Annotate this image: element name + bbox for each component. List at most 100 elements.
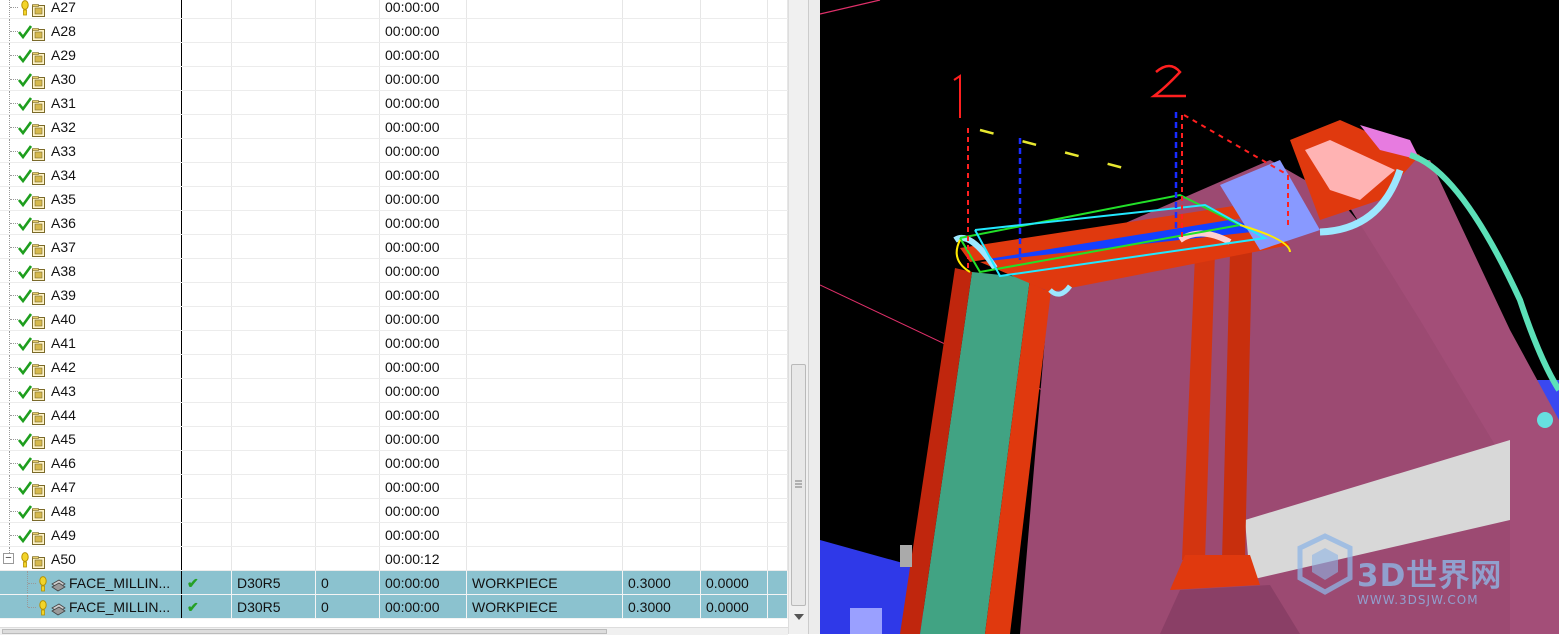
operation-row[interactable]: A43 00:00:00 <box>0 379 788 403</box>
operation-row[interactable]: A40 00:00:00 <box>0 307 788 331</box>
operation-name: FACE_MILLIN... <box>69 575 171 591</box>
child-operation-row[interactable]: FACE_MILLIN... ✔ D30R5 0 00:00:00 WORKPIECE 0.… <box>0 571 788 595</box>
status-check-icon <box>17 287 33 304</box>
operation-time: 00:00:00 <box>380 427 467 450</box>
program-group-icon <box>32 480 46 497</box>
operation-name: A49 <box>51 527 76 543</box>
horizontal-scrollbar-thumb[interactable] <box>2 629 607 634</box>
operation-time: 00:00:00 <box>380 403 467 426</box>
operation-navigator: A27 00:00:00 A28 00:00:00 A29 00:00:00 A30 00:0… <box>0 0 790 634</box>
program-group-icon <box>32 432 46 449</box>
operation-time: 00:00:00 <box>380 19 467 42</box>
stock-value: 0.3000 <box>623 571 701 594</box>
program-group-icon <box>32 96 46 113</box>
operation-name: A47 <box>51 479 76 495</box>
operation-row[interactable]: A47 00:00:00 <box>0 475 788 499</box>
operation-row[interactable]: A33 00:00:00 <box>0 139 788 163</box>
operation-time: 00:00:00 <box>380 235 467 258</box>
status-check-icon <box>17 311 33 328</box>
operation-time: 00:00:00 <box>380 475 467 498</box>
operation-time: 00:00:00 <box>380 115 467 138</box>
operation-row[interactable]: A34 00:00:00 <box>0 163 788 187</box>
operation-row[interactable]: A27 00:00:00 <box>0 0 788 19</box>
operation-row[interactable]: A42 00:00:00 <box>0 355 788 379</box>
operation-time: 00:00:12 <box>380 547 467 570</box>
child-operation-row[interactable]: FACE_MILLIN... ✔ D30R5 0 00:00:00 WORKPIECE 0.… <box>0 595 788 619</box>
operation-row[interactable]: A45 00:00:00 <box>0 427 788 451</box>
operation-row[interactable]: A30 00:00:00 <box>0 67 788 91</box>
operation-row[interactable]: A36 00:00:00 <box>0 211 788 235</box>
graphics-viewport[interactable]: 1 2 3D世界网 WWW.3DSJW.COM <box>820 0 1559 634</box>
operation-time: 00:00:00 <box>380 379 467 402</box>
vertical-scrollbar[interactable] <box>788 0 808 634</box>
operation-time: 00:00:00 <box>380 67 467 90</box>
operation-time: 00:00:00 <box>380 0 467 18</box>
operation-row[interactable]: A46 00:00:00 <box>0 451 788 475</box>
operation-name: A38 <box>51 263 76 279</box>
collapse-toggle[interactable]: − <box>3 553 14 564</box>
status-check-icon <box>17 479 33 496</box>
program-group-icon <box>32 168 46 185</box>
operation-name: A37 <box>51 239 76 255</box>
operation-time: 00:00:00 <box>380 523 467 546</box>
program-group-icon <box>32 504 46 521</box>
geometry: WORKPIECE <box>467 571 623 594</box>
program-group-icon <box>32 552 46 569</box>
status-check-icon <box>17 335 33 352</box>
operation-row[interactable]: A31 00:00:00 <box>0 91 788 115</box>
operation-row[interactable]: A37 00:00:00 <box>0 235 788 259</box>
status-check-icon <box>17 359 33 376</box>
operation-name: A29 <box>51 47 76 63</box>
program-group-icon <box>32 336 46 353</box>
program-group-icon <box>32 408 46 425</box>
status-check-icon <box>17 263 33 280</box>
status-check-icon <box>17 47 33 64</box>
operation-row[interactable]: A35 00:00:00 <box>0 187 788 211</box>
operation-name: A42 <box>51 359 76 375</box>
program-group-icon <box>32 48 46 65</box>
status-check-icon <box>17 191 33 208</box>
operation-time: 00:00:00 <box>380 283 467 306</box>
operation-name: A46 <box>51 455 76 471</box>
program-group-icon <box>32 528 46 545</box>
operation-row[interactable]: A49 00:00:00 <box>0 523 788 547</box>
operation-name: A43 <box>51 383 76 399</box>
program-group-icon <box>32 144 46 161</box>
program-group-icon <box>32 0 46 17</box>
operation-row[interactable]: A39 00:00:00 <box>0 283 788 307</box>
operation-time: 00:00:00 <box>380 499 467 522</box>
operation-name: A35 <box>51 191 76 207</box>
operation-row[interactable]: − A50 00:00:12 <box>0 547 788 571</box>
operation-time: 00:00:00 <box>380 595 467 618</box>
operation-row[interactable]: A48 00:00:00 <box>0 499 788 523</box>
operation-time: 00:00:00 <box>380 571 467 594</box>
operation-name: A45 <box>51 431 76 447</box>
operation-time: 00:00:00 <box>380 43 467 66</box>
floor-stock-value: 0.0000 <box>701 571 768 594</box>
geometry: WORKPIECE <box>467 595 623 618</box>
path-status-check: ✔ <box>182 595 232 618</box>
operation-name: A27 <box>51 0 76 15</box>
operation-name: FACE_MILLIN... <box>69 599 171 615</box>
operation-row[interactable]: A32 00:00:00 <box>0 115 788 139</box>
operation-row[interactable]: A41 00:00:00 <box>0 331 788 355</box>
operation-name: A33 <box>51 143 76 159</box>
status-check-icon <box>17 503 33 520</box>
operation-row[interactable]: A28 00:00:00 <box>0 19 788 43</box>
operation-row[interactable]: A38 00:00:00 <box>0 259 788 283</box>
status-warning-icon <box>36 575 50 592</box>
operation-name: A36 <box>51 215 76 231</box>
operation-name: A50 <box>51 551 76 567</box>
scroll-down-arrow-icon[interactable] <box>794 614 804 620</box>
operation-name: A31 <box>51 95 76 111</box>
operation-time: 00:00:00 <box>380 451 467 474</box>
operation-name: A40 <box>51 311 76 327</box>
status-check-icon <box>17 23 33 40</box>
operation-name: A48 <box>51 503 76 519</box>
operation-row[interactable]: A44 00:00:00 <box>0 403 788 427</box>
tool-name: D30R5 <box>232 595 316 618</box>
status-check-icon <box>17 455 33 472</box>
program-group-icon <box>32 24 46 41</box>
operation-row[interactable]: A29 00:00:00 <box>0 43 788 67</box>
scrollbar-thumb[interactable] <box>791 364 806 606</box>
